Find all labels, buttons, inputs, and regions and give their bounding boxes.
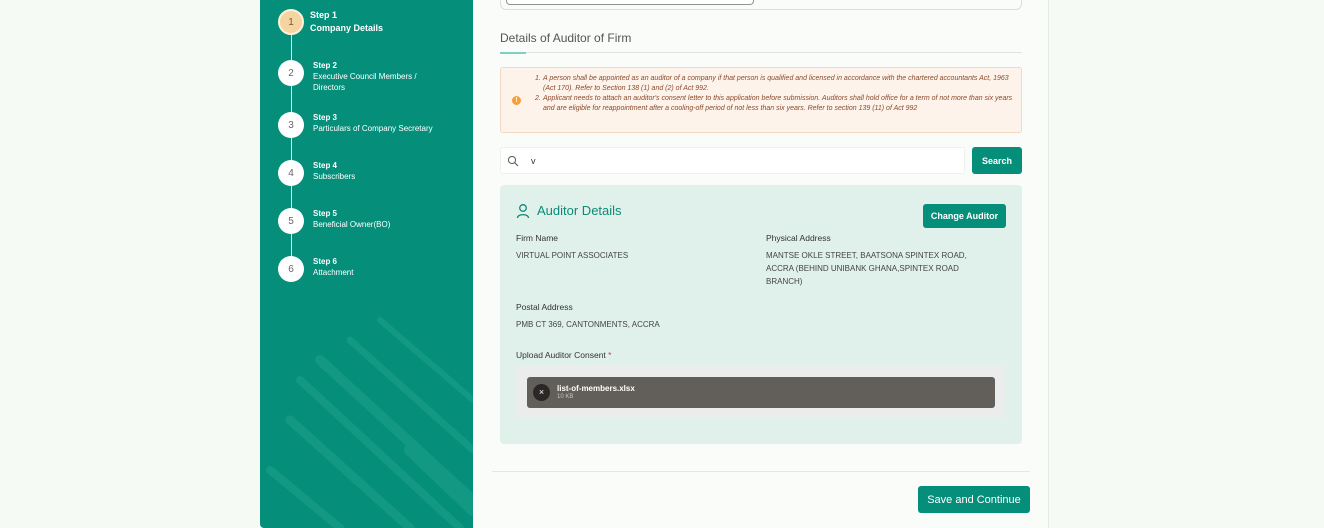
step-5-circle: 5 bbox=[278, 208, 304, 234]
upload-consent-label: Upload Auditor Consent * bbox=[516, 350, 611, 360]
step-4-title: Step 4 bbox=[313, 161, 338, 170]
notice-list: 1. A person shall be appointed as an aud… bbox=[535, 74, 1015, 114]
warning-icon: ! bbox=[512, 96, 521, 105]
notice-item-number: 2. bbox=[535, 95, 541, 102]
step-2-title: Step 2 bbox=[313, 61, 338, 70]
step-1-label: Company Details bbox=[310, 23, 384, 33]
auditor-details-title: Auditor Details bbox=[537, 203, 622, 218]
section-divider bbox=[500, 52, 1022, 53]
step-6-title: Step 6 bbox=[313, 257, 338, 266]
previous-field-box bbox=[500, 0, 1022, 10]
step-5[interactable]: 5 Step 5 Beneficial Owner(BO) bbox=[278, 208, 448, 234]
step-2[interactable]: 2 Step 2 Executive Council Members / Dir… bbox=[278, 60, 448, 93]
search-icon bbox=[507, 155, 519, 167]
section-title: Details of Auditor of Firm bbox=[500, 31, 632, 45]
physical-address-label: Physical Address bbox=[766, 233, 831, 243]
wizard-sidebar: 1 Step 1 Company Details 2 Step 2 Execut… bbox=[260, 0, 473, 528]
file-size: 10 KB bbox=[557, 394, 574, 400]
step-5-title: Step 5 bbox=[313, 209, 338, 218]
step-1[interactable]: 1 Step 1 Company Details bbox=[278, 9, 445, 35]
notice-item-number: 1. bbox=[535, 75, 541, 82]
footer-divider bbox=[492, 471, 1030, 472]
decorative-stripes bbox=[266, 317, 473, 528]
uploaded-file: × list-of-members.xlsx 10 KB bbox=[527, 377, 995, 408]
search-button[interactable]: Search bbox=[972, 147, 1022, 174]
step-2-circle: 2 bbox=[278, 60, 304, 86]
form-panel: Details of Auditor of Firm ! 1. A person… bbox=[473, 0, 1049, 528]
notice-item: 2. Applicant needs to attach an auditor'… bbox=[535, 94, 1015, 114]
save-and-continue-button[interactable]: Save and Continue bbox=[918, 486, 1030, 513]
upload-consent-text: Upload Auditor Consent bbox=[516, 350, 606, 360]
change-auditor-button[interactable]: Change Auditor bbox=[923, 204, 1006, 228]
notice-item-text: Applicant needs to attach an auditor's c… bbox=[543, 95, 1013, 112]
postal-address-label: Postal Address bbox=[516, 302, 573, 312]
step-3-label: Particulars of Company Secretary bbox=[313, 124, 433, 133]
firm-name-value: VIRTUAL POINT ASSOCIATES bbox=[516, 251, 629, 260]
step-6[interactable]: 6 Step 6 Attachment bbox=[278, 256, 448, 282]
notice-item: 1. A person shall be appointed as an aud… bbox=[535, 74, 1015, 94]
step-1-title: Step 1 bbox=[310, 10, 338, 20]
auditor-notice: ! 1. A person shall be appointed as an a… bbox=[500, 67, 1022, 133]
section-divider-accent bbox=[500, 52, 526, 54]
notice-item-text: A person shall be appointed as an audito… bbox=[543, 75, 1009, 92]
auditor-search-input[interactable]: v bbox=[500, 147, 965, 174]
user-icon bbox=[516, 204, 530, 219]
step-6-circle: 6 bbox=[278, 256, 304, 282]
previous-input[interactable] bbox=[506, 0, 754, 5]
step-4-label: Subscribers bbox=[313, 172, 356, 181]
step-1-circle: 1 bbox=[278, 9, 304, 35]
step-5-label: Beneficial Owner(BO) bbox=[313, 220, 391, 229]
step-4-circle: 4 bbox=[278, 160, 304, 186]
auditor-details-card: Auditor Details Change Auditor Firm Name… bbox=[500, 185, 1022, 444]
firm-name-label: Firm Name bbox=[516, 233, 559, 243]
search-input-value[interactable]: v bbox=[531, 156, 536, 166]
remove-file-icon[interactable]: × bbox=[533, 384, 550, 401]
step-3-title: Step 3 bbox=[313, 113, 338, 122]
step-4[interactable]: 4 Step 4 Subscribers bbox=[278, 160, 448, 186]
postal-address-value: PMB CT 369, CANTONMENTS, ACCRA bbox=[516, 320, 660, 329]
required-marker: * bbox=[608, 350, 612, 360]
step-2-label: Executive Council Members / Directors bbox=[313, 72, 417, 92]
step-6-label: Attachment bbox=[313, 268, 354, 277]
physical-address-value: MANTSE OKLE STREET, BAATSONA SPINTEX ROA… bbox=[766, 251, 967, 286]
step-3-circle: 3 bbox=[278, 112, 304, 138]
step-3[interactable]: 3 Step 3 Particulars of Company Secretar… bbox=[278, 112, 448, 138]
consent-upload-dropzone[interactable]: × list-of-members.xlsx 10 KB bbox=[516, 366, 1006, 418]
file-name: list-of-members.xlsx bbox=[557, 384, 635, 393]
